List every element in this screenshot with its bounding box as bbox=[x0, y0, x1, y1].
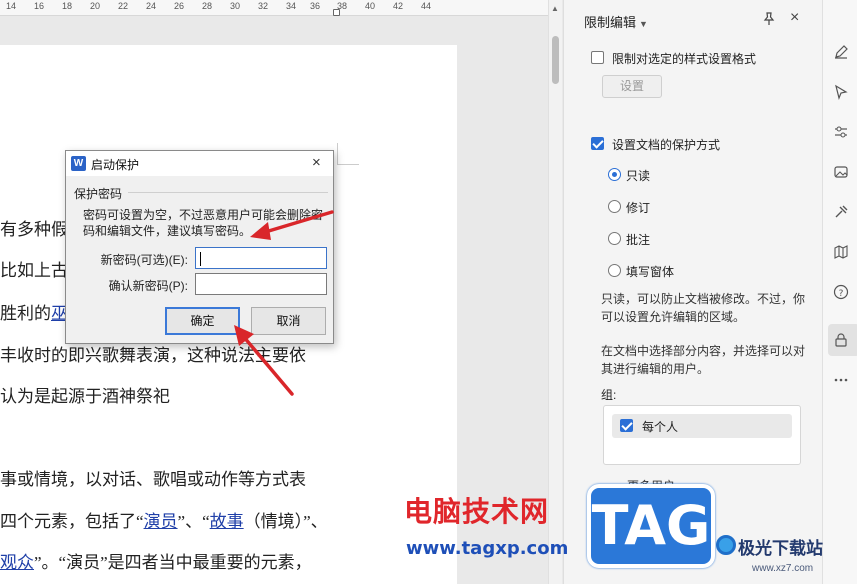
radio-revision-label: 修订 bbox=[626, 201, 651, 215]
settings-button[interactable]: 设置 bbox=[602, 75, 662, 98]
ruler-number: 30 bbox=[230, 1, 241, 11]
map-icon[interactable] bbox=[833, 244, 849, 260]
doc-text: 四个元素，包括了“ bbox=[0, 512, 144, 531]
group-list: 每个人 bbox=[603, 405, 801, 465]
ruler-number: 22 bbox=[118, 1, 129, 11]
panel-close-icon[interactable]: × bbox=[790, 10, 799, 26]
restrict-format-checkbox[interactable] bbox=[591, 51, 604, 64]
select-description: 在文档中选择部分内容，并选择可以对其进行编辑的用户。 bbox=[601, 344, 806, 376]
side-toolbar: ? bbox=[822, 0, 857, 584]
doc-text: （情境）”、 bbox=[243, 512, 328, 531]
ruler-indent-marker[interactable] bbox=[333, 9, 340, 16]
ruler-number: 20 bbox=[90, 1, 101, 11]
svg-text:?: ? bbox=[839, 289, 844, 299]
watermark-site-name: 电脑技术网 bbox=[404, 495, 550, 528]
doc-line: 观众”。“演员”是四者当中最重要的元素， bbox=[0, 548, 312, 573]
password-group-label: 保护密码 bbox=[74, 187, 123, 201]
radio-comment-label: 批注 bbox=[626, 233, 651, 247]
ruler-number: 14 bbox=[6, 1, 17, 11]
scrollbar-thumb[interactable] bbox=[552, 36, 559, 84]
doc-line: 有多种假 bbox=[0, 220, 68, 239]
panel-title[interactable]: 限制编辑 ▼ bbox=[584, 12, 648, 31]
vertical-scrollbar[interactable]: ▲ bbox=[548, 0, 562, 584]
ruler-number: 40 bbox=[365, 1, 376, 11]
protect-mode-label: 设置文档的保护方式 bbox=[612, 138, 721, 152]
group-item-everyone[interactable]: 每个人 bbox=[612, 414, 792, 438]
cursor-icon[interactable] bbox=[833, 84, 849, 100]
help-icon[interactable]: ? bbox=[833, 284, 849, 300]
page-corner-mark bbox=[337, 143, 359, 165]
dialog-close-icon[interactable]: × bbox=[312, 154, 321, 172]
pen-icon[interactable] bbox=[833, 44, 849, 60]
doc-text: ”。“演员”是四者当中最重要的元素， bbox=[34, 553, 312, 572]
jiguang-logo-icon bbox=[716, 535, 736, 555]
dialog-titlebar[interactable]: W 启动保护 × bbox=[66, 151, 333, 176]
tools-icon[interactable] bbox=[833, 204, 849, 220]
radio-readonly[interactable] bbox=[608, 168, 621, 181]
watermark-jiguang-name: 极光下载站 bbox=[738, 539, 823, 559]
ruler-number: 42 bbox=[393, 1, 404, 11]
chevron-down-icon[interactable]: ▼ bbox=[639, 19, 648, 29]
doc-line: 事或情境，以对话、歌唱或动作等方式表 bbox=[0, 470, 306, 489]
confirm-password-label: 确认新密码(P): bbox=[108, 279, 188, 293]
scroll-up-icon[interactable]: ▲ bbox=[551, 4, 559, 13]
doc-line: 胜利的巫 bbox=[0, 299, 68, 324]
text-caret bbox=[200, 252, 201, 266]
lock-icon[interactable] bbox=[833, 332, 849, 348]
radio-comment[interactable] bbox=[608, 232, 621, 245]
image-icon[interactable] bbox=[833, 164, 849, 180]
doc-link[interactable]: 故事 bbox=[210, 512, 244, 531]
doc-line: 四个元素，包括了“演员”、“故事（情境）”、 bbox=[0, 507, 328, 532]
watermark-site-url: www.tagxp.com bbox=[406, 538, 569, 559]
doc-line: 比如上古 bbox=[0, 261, 68, 280]
wps-logo-icon: W bbox=[71, 156, 86, 171]
everyone-label: 每个人 bbox=[642, 420, 679, 434]
panel-title-text: 限制编辑 bbox=[584, 15, 637, 30]
new-password-label: 新密码(可选)(E): bbox=[100, 253, 188, 267]
ruler-number: 32 bbox=[258, 1, 269, 11]
cancel-button[interactable]: 取消 bbox=[251, 307, 326, 335]
ok-button[interactable]: 确定 bbox=[165, 307, 240, 335]
more-icon[interactable] bbox=[833, 372, 849, 388]
password-hint: 密码可设置为空，不过恶意用户可能会删除密码和编辑文件，建议填写密码。 bbox=[83, 208, 324, 238]
ruler-number: 16 bbox=[34, 1, 45, 11]
doc-text: ”、“ bbox=[177, 512, 210, 531]
radio-fill-form[interactable] bbox=[608, 264, 621, 277]
watermark-tag-logo: TAG bbox=[587, 484, 715, 568]
ruler-number: 26 bbox=[174, 1, 185, 11]
doc-link[interactable]: 演员 bbox=[144, 512, 178, 531]
new-password-input[interactable] bbox=[195, 247, 327, 269]
everyone-checkbox[interactable] bbox=[620, 419, 633, 432]
protect-mode-checkbox[interactable] bbox=[591, 137, 604, 150]
doc-link[interactable]: 观众 bbox=[0, 553, 34, 572]
confirm-password-input[interactable] bbox=[195, 273, 327, 295]
ruler-number: 28 bbox=[202, 1, 213, 11]
ruler-number: 36 bbox=[310, 1, 321, 11]
dialog-title: 启动保护 bbox=[91, 158, 140, 172]
readonly-description: 只读，可以防止文档被修改。不过，你可以设置允许编辑的区域。 bbox=[601, 292, 806, 324]
doc-line: 丰收时的即兴歌舞表演，这种说法主要依 bbox=[0, 346, 306, 365]
ruler-number: 34 bbox=[286, 1, 297, 11]
group-divider bbox=[128, 192, 328, 193]
ruler-number: 44 bbox=[421, 1, 432, 11]
doc-text: 胜利的 bbox=[0, 304, 51, 323]
ruler-number: 24 bbox=[146, 1, 157, 11]
start-protection-dialog: W 启动保护 × 保护密码 密码可设置为空，不过恶意用户可能会删除密码和编辑文件… bbox=[65, 150, 334, 344]
pin-icon[interactable] bbox=[762, 12, 776, 26]
restrict-format-label: 限制对选定的样式设置格式 bbox=[612, 52, 757, 66]
horizontal-ruler[interactable]: 14 16 18 20 22 24 26 28 30 32 34 36 38 4… bbox=[0, 0, 552, 16]
ruler-number: 18 bbox=[62, 1, 73, 11]
radio-revision[interactable] bbox=[608, 200, 621, 213]
radio-readonly-label: 只读 bbox=[626, 169, 651, 183]
group-label: 组: bbox=[601, 388, 617, 402]
sliders-icon[interactable] bbox=[833, 124, 849, 140]
watermark-jiguang-url: www.xz7.com bbox=[752, 563, 814, 574]
doc-line: 认为是起源于酒神祭祀 bbox=[0, 387, 170, 406]
radio-fill-form-label: 填写窗体 bbox=[626, 265, 675, 279]
